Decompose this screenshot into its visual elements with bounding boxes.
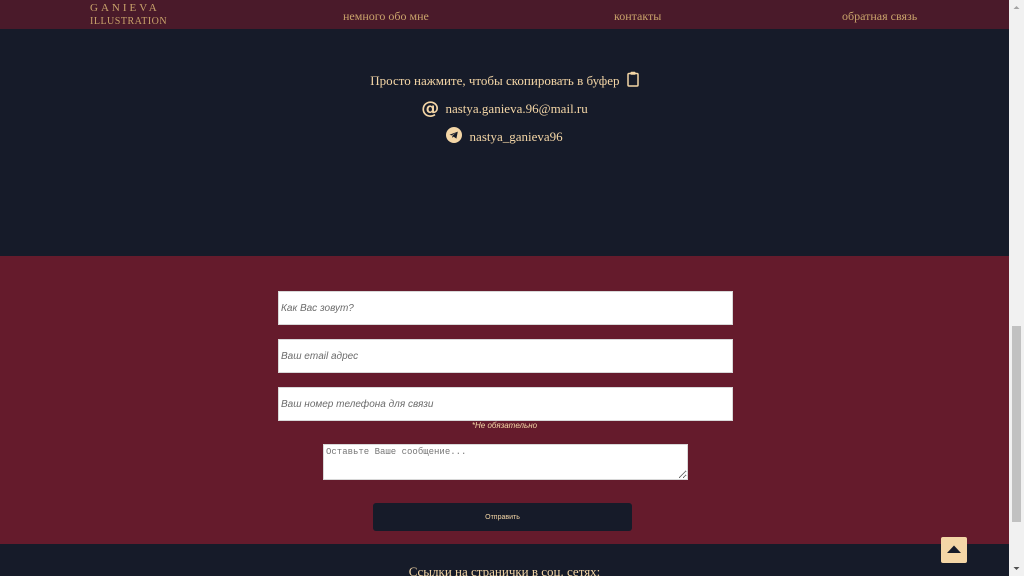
scroll-down-arrow-icon[interactable] xyxy=(1009,561,1024,576)
nav-link-contacts[interactable]: контакты xyxy=(614,9,661,24)
page: GANIEVA ILLUSTRATION немного обо мне кон… xyxy=(0,0,1024,576)
feedback-section: *Не обязательно Отправить xyxy=(0,256,1009,544)
scrollbar-thumb[interactable] xyxy=(1012,326,1021,522)
contacts-section: Просто нажмите, чтобы скопировать в буфе… xyxy=(0,29,1009,256)
email-address: nastya.ganieva.96@mail.ru xyxy=(445,101,588,116)
logo-line-2: ILLUSTRATION xyxy=(90,16,168,27)
telegram-icon xyxy=(446,127,463,147)
at-icon: @ xyxy=(421,98,440,119)
optional-note: *Не обязательно xyxy=(471,421,538,430)
arrow-up-icon xyxy=(946,541,962,559)
name-input[interactable] xyxy=(278,291,733,325)
submit-button[interactable]: Отправить xyxy=(373,503,632,531)
logo-line-1: GANIEVA xyxy=(90,2,160,14)
site-logo[interactable]: GANIEVA ILLUSTRATION xyxy=(90,3,167,27)
email-input[interactable] xyxy=(278,339,733,373)
social-section: Ссылки на странички в соц. сетях: xyxy=(0,544,1009,576)
telegram-contact[interactable]: nastya_ganieva96 xyxy=(0,127,1009,147)
scroll-up-arrow-icon[interactable] xyxy=(1009,0,1024,15)
clipboard-icon xyxy=(626,71,639,91)
phone-input[interactable] xyxy=(278,387,733,421)
telegram-username: nastya_ganieva96 xyxy=(469,129,563,144)
copy-hint: Просто нажмите, чтобы скопировать в буфе… xyxy=(0,71,1009,91)
social-links-title: Ссылки на странички в соц. сетях: xyxy=(408,564,601,576)
message-textarea[interactable] xyxy=(323,444,688,480)
top-navbar: GANIEVA ILLUSTRATION немного обо мне кон… xyxy=(0,0,1009,29)
nav-link-about[interactable]: немного обо мне xyxy=(343,9,429,24)
back-to-top-button[interactable] xyxy=(941,537,967,563)
email-contact[interactable]: @ nastya.ganieva.96@mail.ru xyxy=(0,98,1009,119)
vertical-scrollbar[interactable] xyxy=(1009,0,1024,576)
copy-hint-text: Просто нажмите, чтобы скопировать в буфе… xyxy=(370,73,620,88)
nav-link-feedback[interactable]: обратная связь xyxy=(842,9,917,24)
